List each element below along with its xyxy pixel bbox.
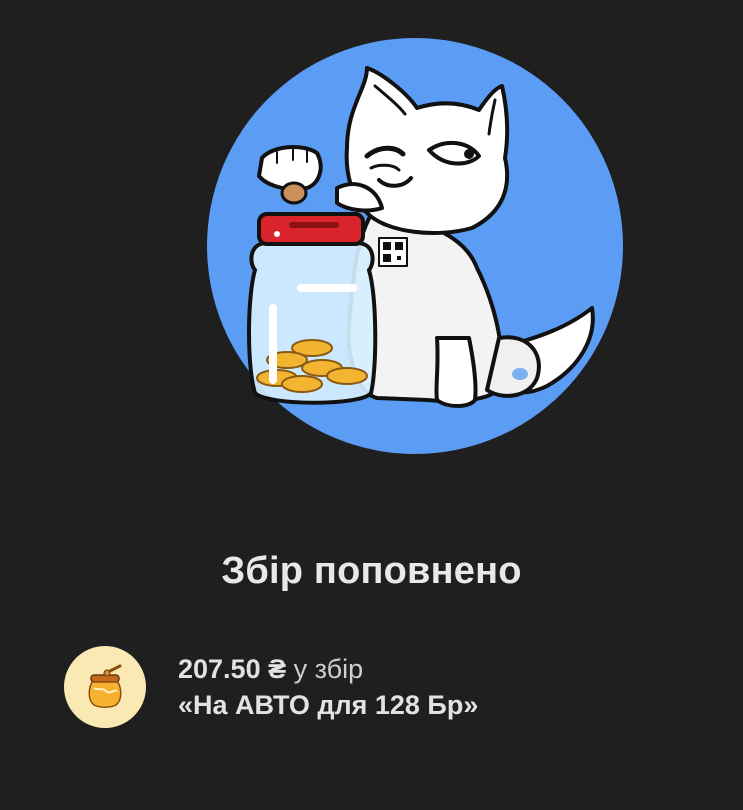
amount-line: 207.50 ₴ у збір [178,651,478,687]
page-title: Збір поповнено [221,550,522,592]
coin-icon [280,181,308,205]
receipt-row: 207.50 ₴ у збір «На АВТО для 128 Бр» [64,646,478,728]
coin-jar-icon [247,212,378,405]
amount-suffix: у збір [293,654,364,684]
hero-illustration [207,38,623,454]
amount-value: 207.50 ₴ [178,654,287,684]
jar-name: «На АВТО для 128 Бр» [178,690,479,720]
honey-jar-icon [64,646,146,728]
receipt-text: 207.50 ₴ у збір «На АВТО для 128 Бр» [178,651,478,723]
